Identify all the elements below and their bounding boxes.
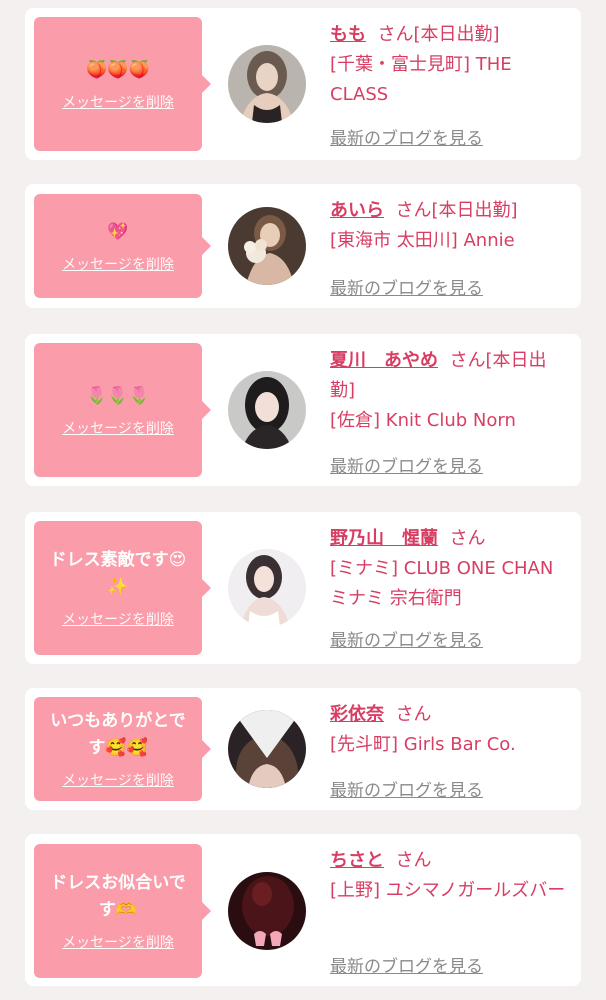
message-text: いつもありがとです🥰🥰	[50, 711, 186, 758]
message-feed: 🍑🍑🍑 メッセージを削除 もも さん[本日出勤] [千葉・富士見町] THE C…	[0, 0, 606, 1000]
shop-name: [東海市 太田川] Annie	[330, 230, 515, 251]
woman-bouquet-icon	[228, 207, 306, 285]
message-bubble: 🍑🍑🍑 メッセージを削除	[34, 17, 211, 151]
woman-dark-red-icon	[228, 872, 306, 950]
message-text: 💖	[107, 221, 129, 242]
shop-name: [上野] ユシマノガールズバー	[330, 880, 566, 901]
woman-portrait-icon	[228, 45, 306, 123]
girl-info: 野乃山 惺蘭 さん [ミナミ] CLUB ONE CHAN ミナミ 宗右衛門	[330, 524, 570, 614]
message-text: ドレスお似合いです🫶	[50, 873, 186, 920]
avatar[interactable]	[228, 549, 306, 627]
shop-name: [佐倉] Knit Club Norn	[330, 410, 516, 431]
message-bubble: ドレスお似合いです🫶 メッセージを削除	[34, 844, 211, 978]
blog-link[interactable]: 最新のブログを見る	[330, 452, 483, 477]
blog-link[interactable]: 最新のブログを見る	[330, 776, 483, 801]
avatar[interactable]	[228, 371, 306, 449]
blog-link[interactable]: 最新のブログを見る	[330, 124, 483, 149]
delete-message-link[interactable]: メッセージを削除	[62, 770, 174, 790]
girl-name-link[interactable]: 野乃山 惺蘭	[330, 528, 438, 549]
blog-link[interactable]: 最新のブログを見る	[330, 274, 483, 299]
work-status: [本日出勤]	[431, 200, 518, 221]
blog-link[interactable]: 最新のブログを見る	[330, 626, 483, 651]
delete-message-link[interactable]: メッセージを削除	[62, 418, 174, 438]
girl-name-link[interactable]: 彩依奈	[330, 704, 384, 725]
avatar[interactable]	[228, 207, 306, 285]
woman-dark-hair-icon	[228, 371, 306, 449]
woman-dress-icon	[228, 549, 306, 627]
honorific: さん	[395, 200, 432, 221]
delete-message-link[interactable]: メッセージを削除	[62, 609, 174, 629]
girl-name-link[interactable]: 夏川 あやめ	[330, 350, 438, 371]
message-card: ドレスお似合いです🫶 メッセージを削除 ちさと さん [上野] ユシマノガールズ…	[25, 834, 581, 986]
girl-info: もも さん[本日出勤] [千葉・富士見町] THE CLASS	[330, 20, 570, 110]
message-card: 🍑🍑🍑 メッセージを削除 もも さん[本日出勤] [千葉・富士見町] THE C…	[25, 8, 581, 160]
shop-name: [千葉・富士見町] THE CLASS	[330, 54, 512, 105]
message-bubble: ドレス素敵です😍✨ メッセージを削除	[34, 521, 211, 655]
girl-info: あいら さん[本日出勤] [東海市 太田川] Annie	[330, 196, 570, 256]
girl-name-link[interactable]: ちさと	[330, 850, 384, 871]
honorific: さん	[395, 704, 432, 725]
message-card: 💖 メッセージを削除 あいら さん[本日出勤] [東海市 太田川] Annie …	[25, 184, 581, 308]
work-status: [本日出勤]	[413, 24, 500, 45]
delete-message-link[interactable]: メッセージを削除	[62, 254, 174, 274]
avatar[interactable]	[228, 710, 306, 788]
message-card: 🌷🌷🌷 メッセージを削除 夏川 あやめ さん[本日出勤] [佐倉] Knit C…	[25, 334, 581, 486]
woman-hidden-face-icon	[228, 710, 306, 788]
shop-name: [先斗町] Girls Bar Co.	[330, 734, 516, 755]
message-bubble: 💖 メッセージを削除	[34, 194, 211, 298]
girl-name-link[interactable]: あいら	[330, 200, 384, 221]
avatar[interactable]	[228, 45, 306, 123]
honorific: さん	[449, 350, 486, 371]
girl-info: 彩依奈 さん [先斗町] Girls Bar Co.	[330, 700, 570, 760]
honorific: さん	[395, 850, 432, 871]
delete-message-link[interactable]: メッセージを削除	[62, 92, 174, 112]
message-card: ドレス素敵です😍✨ メッセージを削除 野乃山 惺蘭 さん [ミナミ] CLUB …	[25, 512, 581, 664]
girl-info: ちさと さん [上野] ユシマノガールズバー	[330, 846, 570, 906]
honorific: さん	[449, 528, 486, 549]
message-bubble: いつもありがとです🥰🥰 メッセージを削除	[34, 697, 211, 801]
message-text: 🌷🌷🌷	[86, 385, 150, 406]
girl-info: 夏川 あやめ さん[本日出勤] [佐倉] Knit Club Norn	[330, 346, 570, 436]
shop-name: [ミナミ] CLUB ONE CHAN ミナミ 宗右衛門	[330, 558, 554, 609]
message-bubble: 🌷🌷🌷 メッセージを削除	[34, 343, 211, 477]
girl-name-link[interactable]: もも	[330, 24, 366, 45]
honorific: さん	[377, 24, 414, 45]
message-text: 🍑🍑🍑	[86, 59, 150, 80]
message-card: いつもありがとです🥰🥰 メッセージを削除 彩依奈 さん [先斗町] Girls …	[25, 688, 581, 810]
delete-message-link[interactable]: メッセージを削除	[62, 932, 174, 952]
avatar[interactable]	[228, 872, 306, 950]
blog-link[interactable]: 最新のブログを見る	[330, 952, 483, 977]
message-text: ドレス素敵です😍✨	[49, 550, 187, 597]
